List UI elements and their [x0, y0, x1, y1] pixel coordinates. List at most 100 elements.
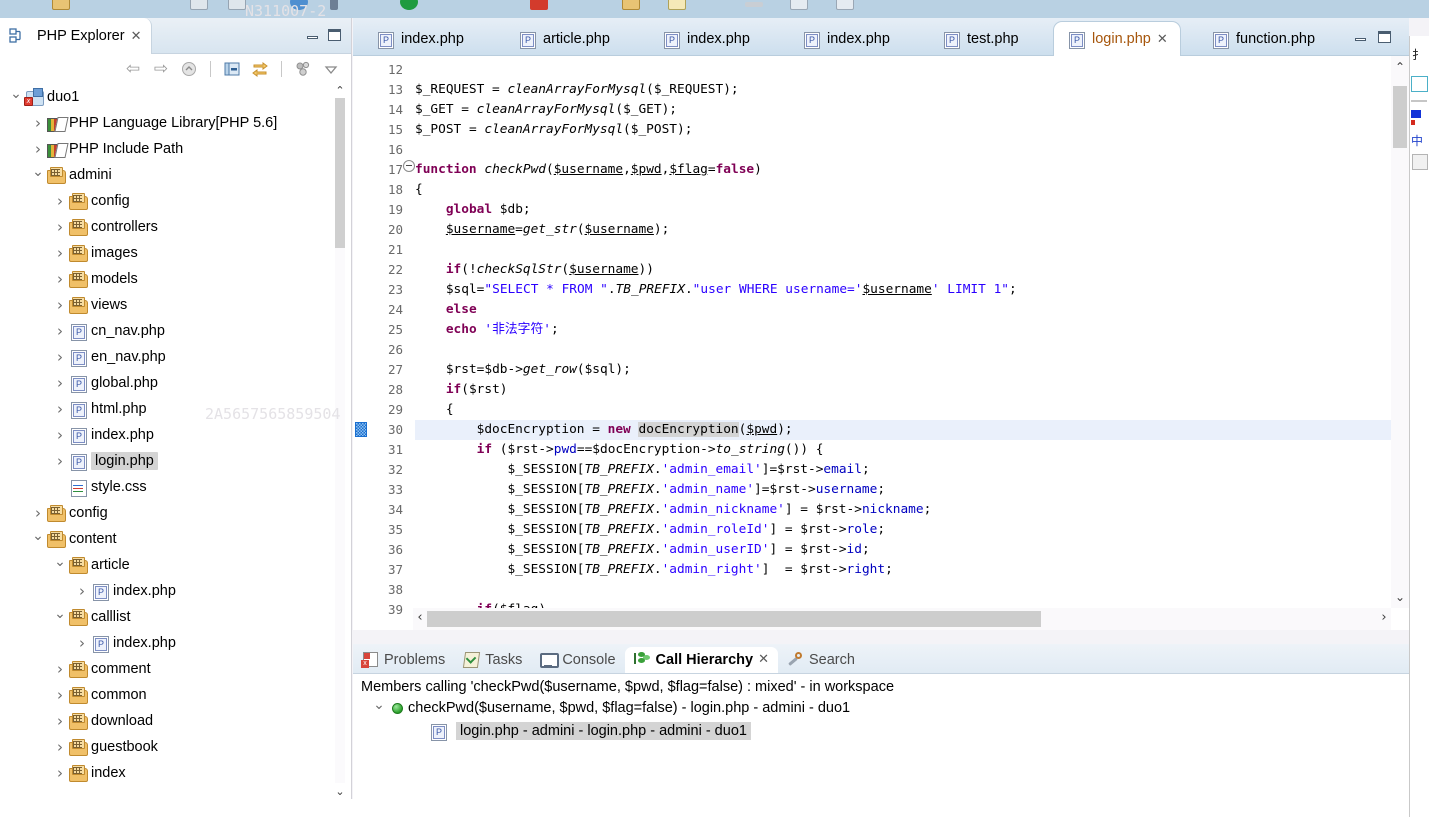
code-line-24[interactable]: else — [415, 300, 1391, 320]
tree-item-download[interactable]: download — [0, 708, 351, 734]
tree-item-article[interactable]: article — [0, 552, 351, 578]
editor-tab-login-php-active[interactable]: login.php ✕ — [1053, 21, 1181, 56]
code-line-35[interactable]: $_SESSION[TB_PREFIX.'admin_roleId'] = $r… — [415, 520, 1391, 540]
tree-twisty[interactable] — [30, 167, 46, 183]
tree-twisty[interactable] — [52, 738, 68, 756]
minimize-editor-button[interactable] — [1354, 31, 1367, 43]
tree-twisty[interactable] — [52, 218, 68, 236]
tree-twisty[interactable] — [52, 270, 68, 288]
tree-twisty[interactable] — [52, 348, 68, 366]
tree-twisty[interactable] — [30, 504, 46, 522]
code-line-36[interactable]: $_SESSION[TB_PREFIX.'admin_userID'] = $r… — [415, 540, 1391, 560]
tree-item-content[interactable]: content — [0, 526, 351, 552]
code-line-37[interactable]: $_SESSION[TB_PREFIX.'admin_right'] = $rs… — [415, 560, 1391, 580]
editor-tab-function-php-6[interactable]: function.php — [1198, 22, 1327, 56]
tree-item-index[interactable]: index — [0, 760, 351, 786]
editor-horizontal-scrollbar[interactable]: ‹ › — [413, 608, 1391, 630]
bottom-tab-search[interactable]: Search — [778, 647, 864, 673]
code-line-19[interactable]: global $db; — [415, 200, 1391, 220]
tree-item-controllers[interactable]: controllers — [0, 214, 351, 240]
editor-vscroll-thumb[interactable] — [1393, 86, 1407, 148]
tree-twisty[interactable] — [30, 531, 46, 547]
bottom-tab-console[interactable]: Console — [531, 647, 624, 673]
forward-icon[interactable]: ⇨ — [151, 59, 171, 79]
call-hierarchy-tree[interactable]: checkPwd($username, $pwd, $flag=false) -… — [353, 697, 1416, 743]
tree-item-index-php[interactable]: index.php — [0, 422, 351, 448]
tree-item-models[interactable]: models — [0, 266, 351, 292]
tree-item-index-php[interactable]: index.php — [0, 630, 351, 656]
code-line-28[interactable]: if($rst) — [415, 380, 1391, 400]
marker-ruler[interactable] — [353, 56, 369, 608]
up-icon[interactable] — [179, 59, 199, 79]
editor-tab-index-php-3[interactable]: index.php — [789, 22, 902, 56]
editor-tab-index-php-0[interactable]: index.php — [363, 22, 476, 56]
bottom-tab-call-hierarchy[interactable]: Call Hierarchy ✕ — [624, 647, 778, 673]
code-line-13[interactable]: $_REQUEST = cleanArrayForMysql($_REQUEST… — [415, 80, 1391, 100]
tree-twisty[interactable] — [52, 192, 68, 210]
button-fragment[interactable] — [1412, 154, 1428, 170]
tree-item-duo1[interactable]: xduo1 — [0, 84, 351, 110]
minimize-view-button[interactable] — [306, 29, 319, 41]
editor-hscroll-thumb[interactable] — [427, 611, 1041, 627]
editor-tab-test-php-4[interactable]: test.php — [929, 22, 1031, 56]
code-line-34[interactable]: $_SESSION[TB_PREFIX.'admin_nickname'] = … — [415, 500, 1391, 520]
collapse-all-icon[interactable] — [222, 59, 242, 79]
tree-item-common[interactable]: common — [0, 682, 351, 708]
code-line-27[interactable]: $rst=$db->get_row($sql); — [415, 360, 1391, 380]
code-line-14[interactable]: $_GET = cleanArrayForMysql($_GET); — [415, 100, 1391, 120]
tree-twisty[interactable] — [52, 244, 68, 262]
back-icon[interactable]: ⇦ — [123, 59, 143, 79]
tree-item-images[interactable]: images — [0, 240, 351, 266]
focus-icon[interactable] — [293, 59, 313, 79]
tree-twisty[interactable] — [52, 374, 68, 392]
collapse-fold-icon[interactable] — [403, 160, 415, 172]
tree-twisty[interactable] — [52, 557, 68, 573]
call-hierarchy-row-0[interactable]: checkPwd($username, $pwd, $flag=false) -… — [353, 697, 1416, 719]
explorer-scroll-up[interactable]: ⌃ — [335, 84, 345, 98]
editor-scroll-right[interactable]: › — [1377, 610, 1391, 625]
tree-item-views[interactable]: views — [0, 292, 351, 318]
tree-item-calllist[interactable]: calllist — [0, 604, 351, 630]
tree-twisty[interactable] — [52, 686, 68, 704]
tree-twisty[interactable] — [52, 660, 68, 678]
editor-tab-index-php-2[interactable]: index.php — [649, 22, 762, 56]
tree-item-login-php[interactable]: login.php — [0, 448, 351, 474]
editor-scroll-up[interactable]: ⌃ — [1393, 60, 1407, 74]
code-viewport[interactable]: 12 13 14 15 16 17 18 19 20 21 22 23 24 25 26 27 28 29 30 31… — [353, 56, 1409, 630]
tree-twisty[interactable] — [30, 114, 46, 132]
tree-twisty[interactable] — [30, 140, 46, 158]
call-hierarchy-row-1[interactable]: login.php - admini - login.php - admini … — [353, 719, 1416, 743]
code-line-15[interactable]: $_POST = cleanArrayForMysql($_POST); — [415, 120, 1391, 140]
tree-twisty[interactable] — [52, 296, 68, 314]
code-line-33[interactable]: $_SESSION[TB_PREFIX.'admin_name']=$rst->… — [415, 480, 1391, 500]
maximize-editor-button[interactable] — [1378, 31, 1391, 43]
editor-scroll-down[interactable]: ⌄ — [1393, 590, 1407, 604]
maximize-view-button[interactable] — [328, 29, 341, 41]
code-line-31[interactable]: if ($rst->pwd==$docEncryption->to_string… — [415, 440, 1391, 460]
code-line-21[interactable] — [415, 240, 1391, 260]
editor-scroll-left[interactable]: ‹ — [413, 610, 427, 625]
tree-item-en-nav-php[interactable]: en_nav.php — [0, 344, 351, 370]
tree-twisty[interactable] — [52, 712, 68, 730]
link-with-editor-icon[interactable] — [250, 59, 270, 79]
code-text[interactable]: $_REQUEST = cleanArrayForMysql($_REQUEST… — [415, 56, 1391, 608]
tree-twisty[interactable] — [74, 634, 90, 652]
close-icon[interactable]: ✕ — [131, 29, 142, 44]
tree-item-php-language-library[interactable]: PHP Language Library [PHP 5.6] — [0, 110, 351, 136]
code-line-29[interactable]: { — [415, 400, 1391, 420]
code-line-23[interactable]: $sql="SELECT * FROM ".TB_PREFIX."user WH… — [415, 280, 1391, 300]
tree-item-admini[interactable]: admini — [0, 162, 351, 188]
code-line-26[interactable] — [415, 340, 1391, 360]
input-field-fragment[interactable] — [1411, 76, 1428, 92]
tree-twisty[interactable] — [52, 322, 68, 340]
tree-item-html-php[interactable]: html.php — [0, 396, 351, 422]
tree-twisty[interactable] — [74, 582, 90, 600]
tree-item-global-php[interactable]: global.php — [0, 370, 351, 396]
code-line-22[interactable]: if(!checkSqlStr($username)) — [415, 260, 1391, 280]
tree-item-guestbook[interactable]: guestbook — [0, 734, 351, 760]
tree-item-style-css[interactable]: style.css — [0, 474, 351, 500]
code-line-12[interactable] — [415, 60, 1391, 80]
editor-vertical-scrollbar[interactable]: ⌃ ⌄ — [1391, 56, 1409, 608]
bottom-tab-problems[interactable]: x Problems — [353, 647, 454, 673]
tree-item-config[interactable]: config — [0, 500, 351, 526]
